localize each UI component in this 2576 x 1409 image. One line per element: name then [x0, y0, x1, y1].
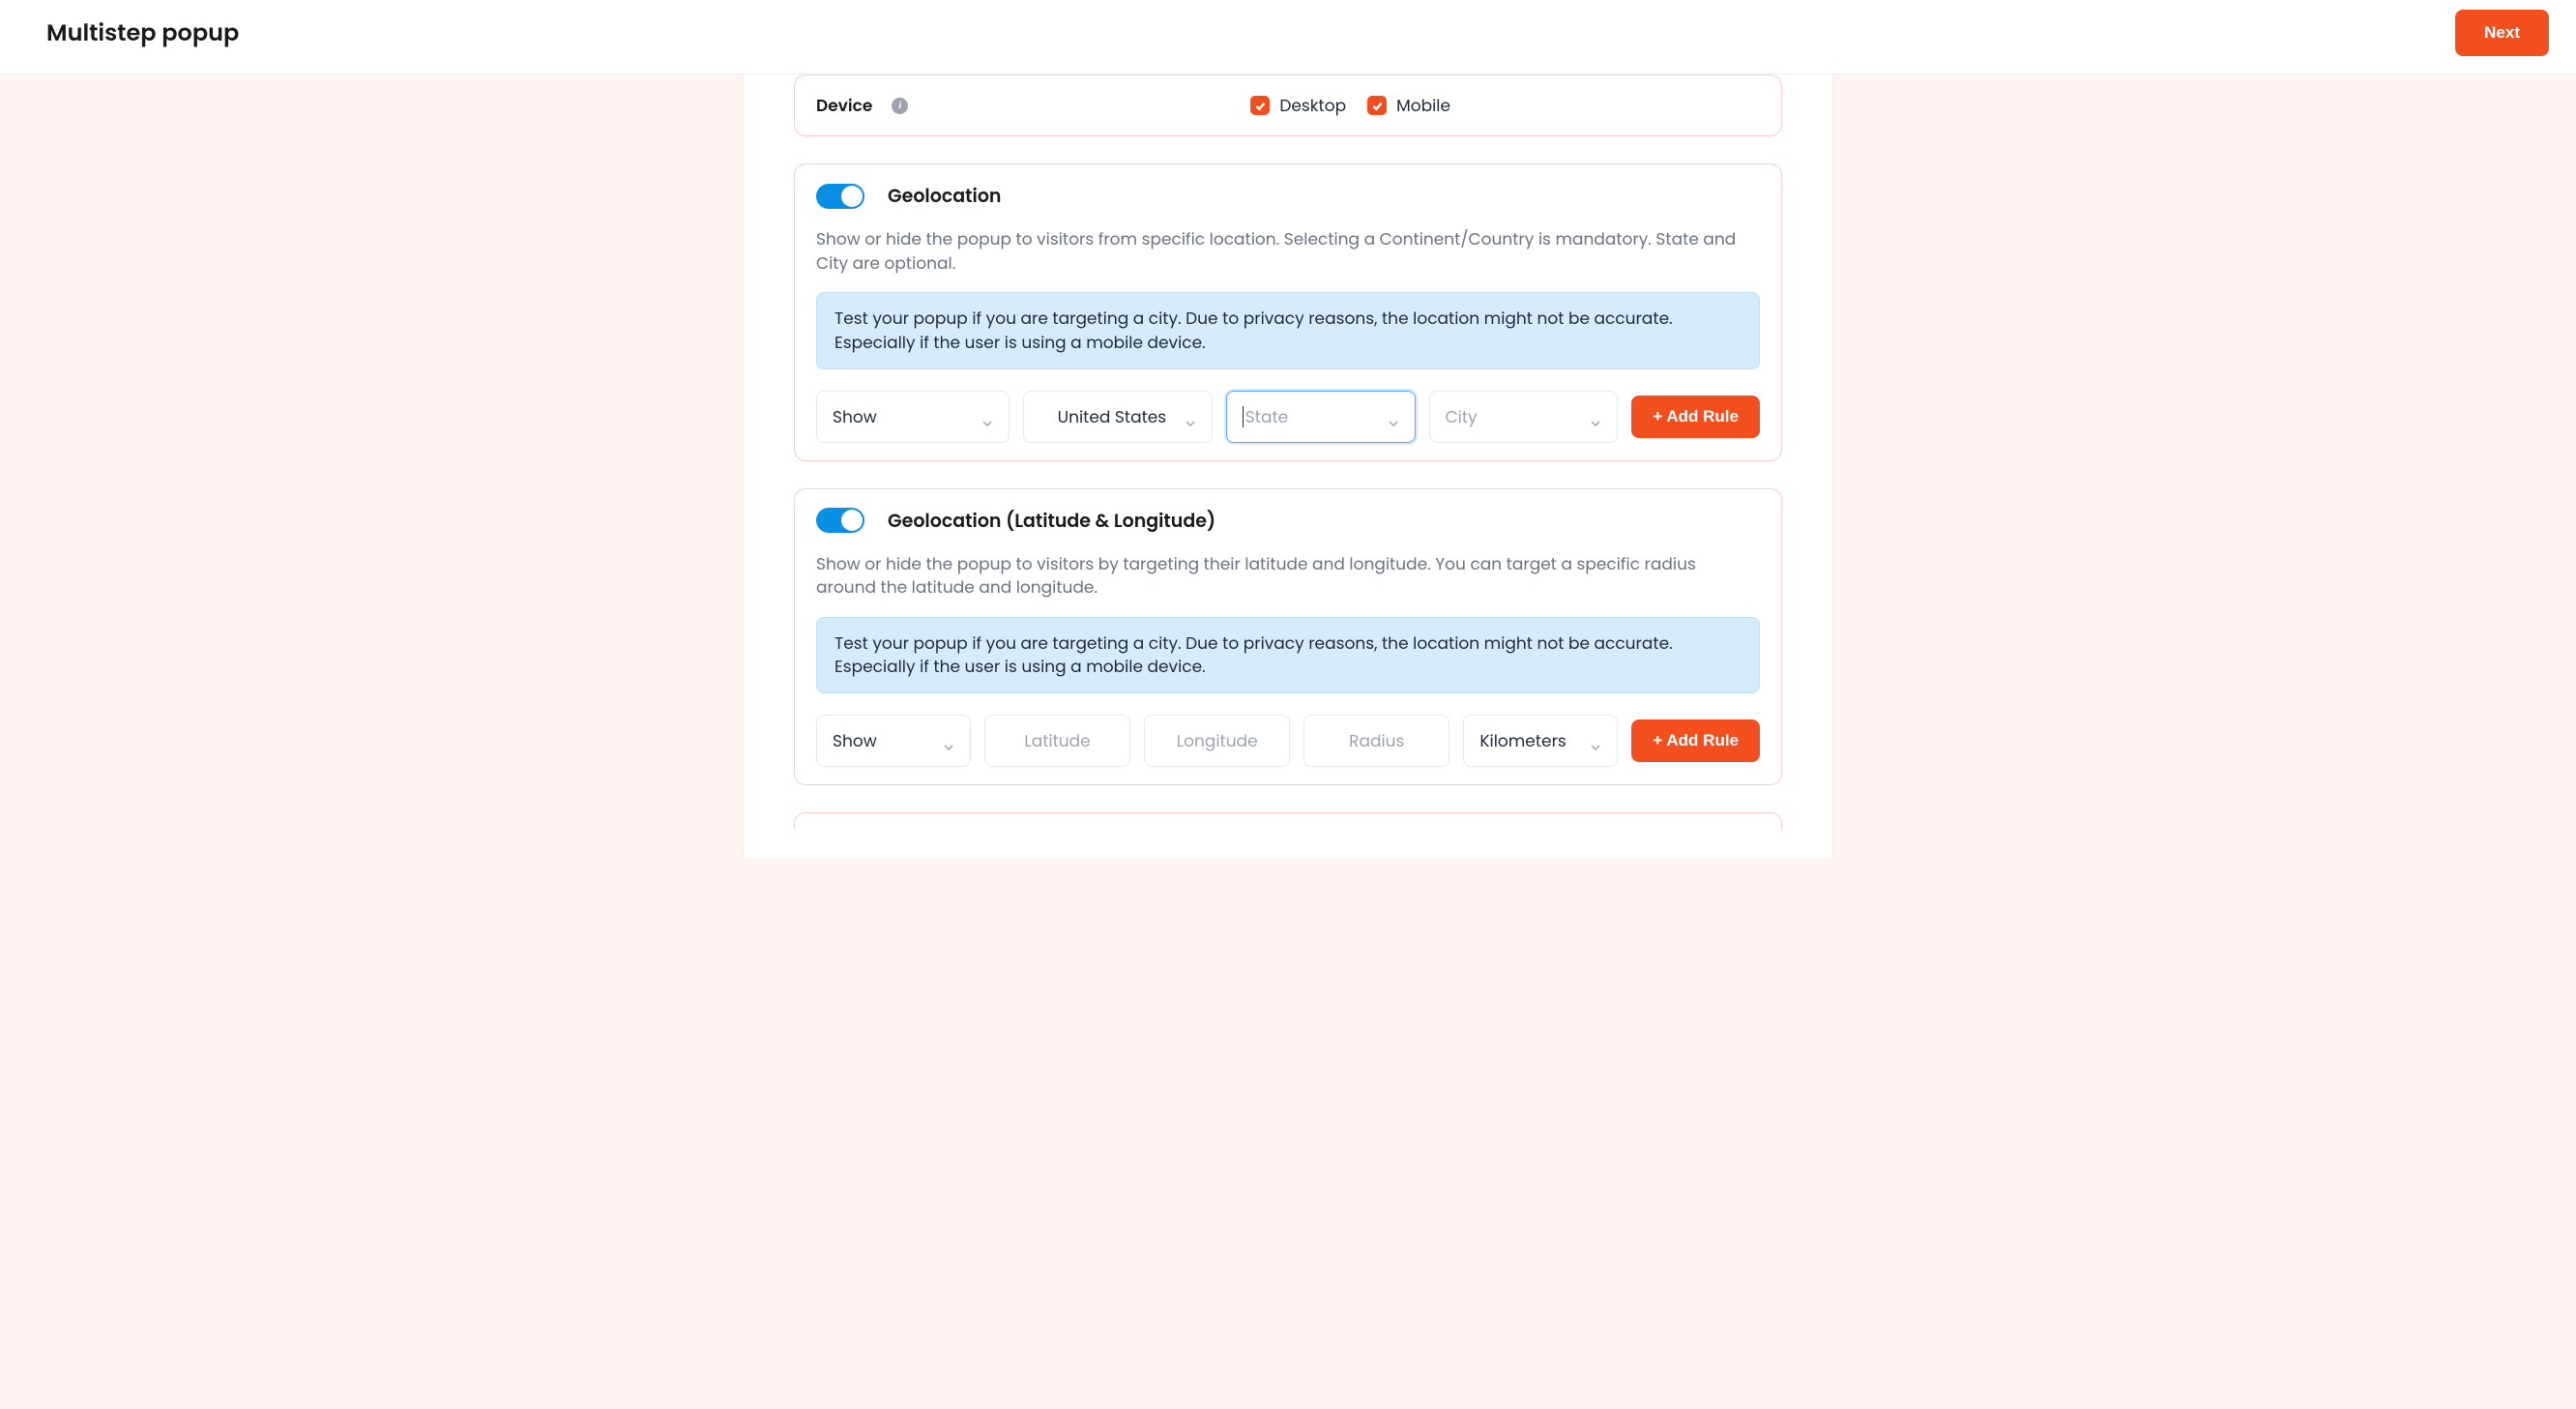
input-placeholder: Longitude: [1160, 728, 1273, 753]
select-value: Show: [833, 728, 943, 753]
latlng-add-rule-button[interactable]: + Add Rule: [1631, 719, 1760, 762]
chevron-down-icon: [1185, 411, 1196, 423]
select-placeholder: State: [1245, 404, 1388, 429]
geolocation-add-rule-button[interactable]: + Add Rule: [1631, 396, 1760, 438]
next-card-peek: [794, 812, 1782, 829]
chevron-down-icon: [943, 735, 954, 747]
page-title: Multistep popup: [46, 16, 239, 50]
chevron-down-icon: [1590, 411, 1601, 423]
device-option-desktop: Desktop: [1250, 93, 1346, 118]
geolocation-description: Show or hide the popup to visitors from …: [816, 227, 1760, 275]
geolocation-action-select[interactable]: Show: [816, 391, 1010, 443]
input-placeholder: Radius: [1320, 728, 1433, 753]
geolocation-city-select[interactable]: City: [1429, 391, 1619, 443]
unit-select[interactable]: Kilometers: [1463, 715, 1618, 767]
select-placeholder: City: [1446, 404, 1591, 429]
latitude-input[interactable]: Latitude: [984, 715, 1130, 767]
device-row: Device i Desktop Mobile: [816, 93, 1760, 118]
geolocation-latlng-description: Show or hide the popup to visitors by ta…: [816, 552, 1760, 600]
page-background: Device i Desktop Mobile: [0, 74, 2576, 1409]
geolocation-country-select[interactable]: United States: [1023, 391, 1213, 443]
radius-input[interactable]: Radius: [1303, 715, 1449, 767]
geolocation-latlng-title: Geolocation (Latitude & Longitude): [888, 507, 1215, 535]
device-checkbox-group: Desktop Mobile: [1250, 93, 1450, 118]
geolocation-latlng-card: Geolocation (Latitude & Longitude) Show …: [794, 488, 1782, 786]
page-header: Multistep popup Next: [0, 0, 2576, 74]
checkbox-desktop[interactable]: [1250, 96, 1270, 115]
checkbox-mobile[interactable]: [1367, 96, 1387, 115]
next-button[interactable]: Next: [2455, 10, 2549, 56]
checkbox-desktop-label: Desktop: [1279, 93, 1346, 118]
chevron-down-icon: [1388, 411, 1399, 423]
geolocation-latlng-rule-row: Show Latitude Longitude Radius Kilometer…: [816, 715, 1760, 767]
text-caret: [1243, 406, 1244, 427]
geolocation-header: Geolocation: [816, 182, 1760, 210]
toggle-knob: [841, 186, 863, 207]
device-label: Device: [816, 93, 872, 118]
select-value: United States: [1039, 404, 1185, 429]
geolocation-toggle[interactable]: [816, 184, 864, 209]
geolocation-latlng-toggle[interactable]: [816, 508, 864, 533]
geolocation-note: Test your popup if you are targeting a c…: [816, 292, 1760, 368]
geolocation-latlng-note: Test your popup if you are targeting a c…: [816, 617, 1760, 693]
chevron-down-icon: [1590, 735, 1601, 747]
content-wrap: Device i Desktop Mobile: [743, 74, 1833, 858]
latlng-action-select[interactable]: Show: [816, 715, 971, 767]
select-value: Kilometers: [1479, 728, 1590, 753]
device-option-mobile: Mobile: [1367, 93, 1450, 118]
input-placeholder: Latitude: [1001, 728, 1114, 753]
geolocation-card: Geolocation Show or hide the popup to vi…: [794, 163, 1782, 461]
geolocation-rule-row: Show United States State City + Add Rule: [816, 391, 1760, 443]
toggle-knob: [841, 510, 863, 531]
checkbox-mobile-label: Mobile: [1396, 93, 1450, 118]
geolocation-latlng-header: Geolocation (Latitude & Longitude): [816, 507, 1760, 535]
geolocation-title: Geolocation: [888, 182, 1002, 210]
longitude-input[interactable]: Longitude: [1144, 715, 1290, 767]
select-value: Show: [833, 404, 981, 429]
chevron-down-icon: [981, 411, 993, 423]
geolocation-state-select[interactable]: State: [1226, 391, 1416, 443]
info-icon[interactable]: i: [892, 98, 908, 114]
device-card: Device i Desktop Mobile: [794, 74, 1782, 136]
